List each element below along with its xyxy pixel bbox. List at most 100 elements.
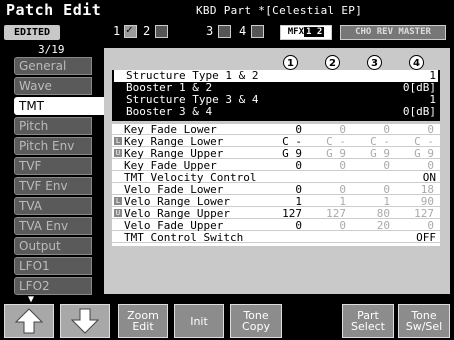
table-row[interactable]: TMT Control Switch OFF bbox=[112, 232, 440, 243]
cell-tone-1[interactable]: 0 bbox=[268, 160, 302, 171]
column-header-3: 3 bbox=[367, 55, 382, 70]
row-label: TMT Velocity Control bbox=[124, 171, 257, 184]
cell-tone-4[interactable]: 0 bbox=[400, 160, 434, 171]
tab-tva[interactable]: TVA bbox=[14, 197, 92, 215]
cell-tone-2[interactable]: 0 bbox=[312, 160, 346, 171]
row-label: Velo Range Upper bbox=[124, 207, 230, 220]
cell-tone-4[interactable]: 127 bbox=[400, 208, 434, 219]
tone-1-label: 1 bbox=[113, 24, 121, 38]
cell-tone-3[interactable]: G 9 bbox=[356, 148, 390, 159]
tone-1-checkbox[interactable] bbox=[124, 23, 137, 38]
table-row[interactable]: Key Fade Lower 0 0 0 0 bbox=[112, 124, 440, 135]
tone-sw-sel-button[interactable]: Tone Sw/Sel bbox=[398, 304, 450, 338]
tone-4-checkbox[interactable] bbox=[251, 25, 264, 38]
cell-tone-2[interactable]: 127 bbox=[312, 208, 346, 219]
cell-tone-2[interactable]: 0 bbox=[312, 184, 346, 195]
row-label: Velo Range Lower bbox=[124, 195, 230, 208]
cell-tone-4[interactable]: 90 bbox=[400, 196, 434, 207]
edited-badge: EDITED bbox=[4, 25, 60, 40]
row-value[interactable]: OFF bbox=[416, 232, 436, 243]
tab-output[interactable]: Output bbox=[14, 237, 92, 255]
tab-tvf[interactable]: TVF bbox=[14, 157, 92, 175]
part-name: KBD Part *[Celestial EP] bbox=[196, 4, 363, 17]
page-title: Patch Edit bbox=[6, 1, 102, 19]
cell-tone-1[interactable]: 127 bbox=[268, 208, 302, 219]
tone-4-label: 4 bbox=[239, 24, 247, 38]
arrow-up-icon bbox=[14, 308, 44, 334]
cell-tone-1[interactable]: 0 bbox=[268, 184, 302, 195]
empty-function-slot bbox=[288, 304, 338, 338]
cell-tone-1[interactable]: G 9 bbox=[268, 148, 302, 159]
structure-label: Booster 3 & 4 bbox=[126, 105, 213, 118]
column-header-1: 1 bbox=[283, 55, 298, 70]
tab-tvf-env[interactable]: TVF Env bbox=[14, 177, 92, 195]
structure-value: 0[dB] bbox=[402, 105, 436, 118]
cursor-up-button[interactable] bbox=[4, 304, 54, 338]
lower-marker-icon: L bbox=[114, 137, 122, 145]
row-label: Key Fade Upper bbox=[124, 159, 217, 172]
row-label: TMT Control Switch bbox=[124, 231, 244, 244]
cell-tone-1[interactable]: C - bbox=[268, 136, 302, 147]
tab-tva-env[interactable]: TVA Env bbox=[14, 217, 92, 235]
structure-row[interactable]: Booster 3 & 4 0[dB] bbox=[114, 106, 438, 118]
table-row[interactable]: Velo Fade Lower 0 0 0 18 bbox=[112, 184, 440, 195]
cell-tone-4[interactable]: 18 bbox=[400, 184, 434, 195]
tone-2-checkbox[interactable] bbox=[155, 25, 168, 38]
tone-3-label: 3 bbox=[206, 24, 214, 38]
tab-lfo2[interactable]: LFO2 bbox=[14, 277, 92, 295]
column-header-2: 2 bbox=[325, 55, 340, 70]
part-select-button[interactable]: Part Select bbox=[342, 304, 394, 338]
cell-tone-1[interactable]: 0 bbox=[268, 124, 302, 135]
init-button[interactable]: Init bbox=[174, 304, 224, 338]
row-label: Velo Fade Upper bbox=[124, 219, 224, 232]
cell-tone-1[interactable]: 0 bbox=[268, 220, 302, 231]
tone-3-checkbox[interactable] bbox=[218, 25, 231, 38]
cell-tone-4[interactable]: C - bbox=[400, 136, 434, 147]
row-label: Key Range Lower bbox=[124, 135, 224, 148]
mfx-number: 1 2 bbox=[304, 27, 325, 37]
cell-tone-2[interactable]: 0 bbox=[312, 124, 346, 135]
cell-tone-1[interactable]: 1 bbox=[268, 196, 302, 207]
row-value[interactable]: ON bbox=[423, 172, 436, 183]
tab-tmt[interactable]: TMT bbox=[14, 97, 112, 115]
table-row[interactable]: TMT Velocity Control ON bbox=[112, 172, 440, 183]
tab-pitch-env[interactable]: Pitch Env bbox=[14, 137, 92, 155]
page-counter: 3/19 bbox=[38, 43, 65, 56]
cell-tone-4[interactable]: 0 bbox=[400, 124, 434, 135]
table-row[interactable]: U Key Range Upper G 9 G 9 G 9 G 9 bbox=[112, 148, 440, 159]
row-label: Key Fade Lower bbox=[124, 123, 217, 136]
arrow-down-icon bbox=[70, 308, 100, 334]
cell-tone-3[interactable]: 0 bbox=[356, 160, 390, 171]
tone-2-label: 2 bbox=[143, 24, 151, 38]
row-label: Key Range Upper bbox=[124, 147, 224, 160]
lower-marker-icon: L bbox=[114, 197, 122, 205]
table-row[interactable]: Key Fade Upper 0 0 0 0 bbox=[112, 160, 440, 171]
cell-tone-4[interactable]: 0 bbox=[400, 220, 434, 231]
cell-tone-3[interactable]: 0 bbox=[356, 184, 390, 195]
cell-tone-3[interactable]: C - bbox=[356, 136, 390, 147]
tab-pitch[interactable]: Pitch bbox=[14, 117, 92, 135]
zoom-edit-button[interactable]: Zoom Edit bbox=[118, 304, 168, 338]
cell-tone-2[interactable]: G 9 bbox=[312, 148, 346, 159]
tone-copy-button[interactable]: Tone Copy bbox=[230, 304, 282, 338]
tab-wave[interactable]: Wave bbox=[14, 77, 92, 95]
tab-lfo1[interactable]: LFO1 bbox=[14, 257, 92, 275]
cell-tone-3[interactable]: 80 bbox=[356, 208, 390, 219]
cell-tone-3[interactable]: 20 bbox=[356, 220, 390, 231]
cell-tone-2[interactable]: 1 bbox=[312, 196, 346, 207]
cell-tone-3[interactable]: 0 bbox=[356, 124, 390, 135]
tab-general[interactable]: General bbox=[14, 57, 92, 75]
cell-tone-2[interactable]: C - bbox=[312, 136, 346, 147]
cell-tone-2[interactable]: 0 bbox=[312, 220, 346, 231]
table-row[interactable]: L Velo Range Lower 1 1 1 90 bbox=[112, 196, 440, 207]
cursor-down-button[interactable] bbox=[60, 304, 110, 338]
table-row[interactable]: U Velo Range Upper 127 127 80 127 bbox=[112, 208, 440, 219]
table-row[interactable]: Velo Fade Upper 0 0 20 0 bbox=[112, 220, 440, 231]
cell-tone-4[interactable]: G 9 bbox=[400, 148, 434, 159]
table-row[interactable]: L Key Range Lower C - C - C - C - bbox=[112, 136, 440, 147]
column-header-4: 4 bbox=[409, 55, 424, 70]
cell-tone-3[interactable]: 1 bbox=[356, 196, 390, 207]
tmt-parameter-grid: Key Fade Lower 0 0 0 0 L Key Range Lower… bbox=[112, 124, 440, 246]
cho-rev-master-indicator: CHO REV MASTER bbox=[340, 25, 446, 40]
structure-section: Structure Type 1 & 2 1 Booster 1 & 2 0[d… bbox=[112, 70, 440, 121]
